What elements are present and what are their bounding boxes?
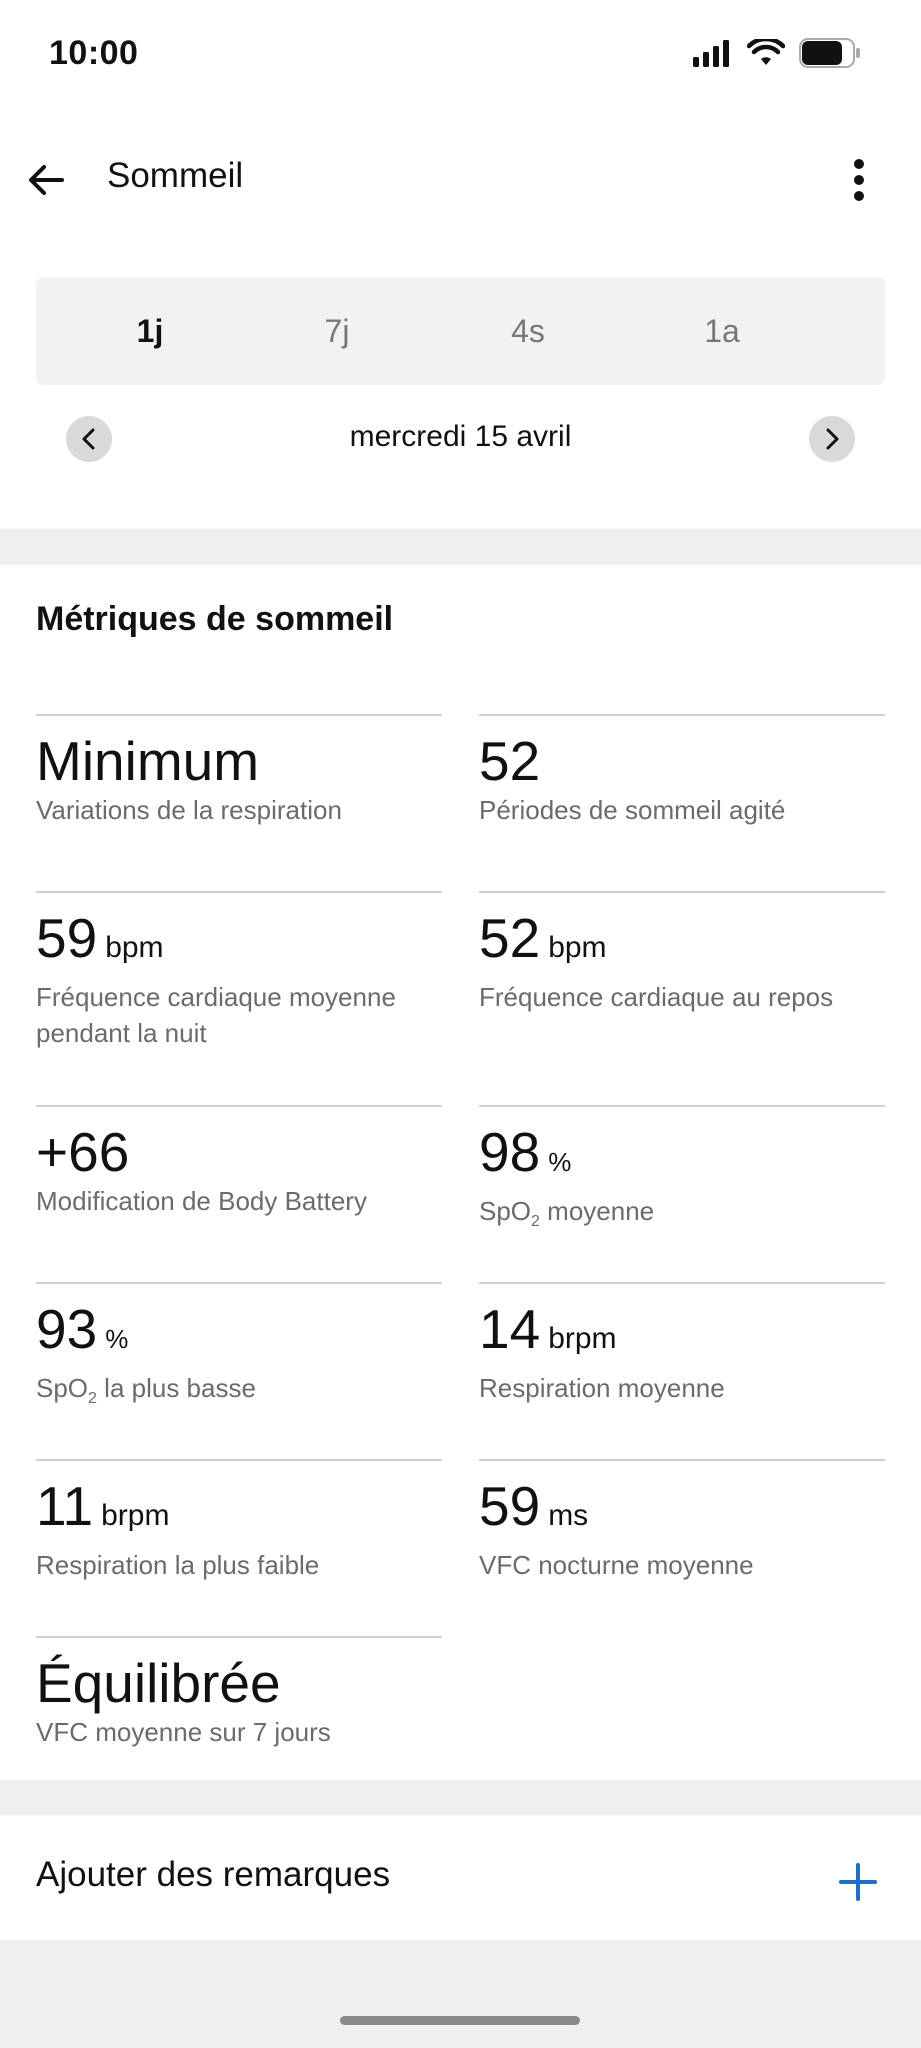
metric-lowest-respiration: 11 brpm Respiration la plus faible xyxy=(36,1459,442,1583)
metric-label: Fréquence cardiaque moyenne pendant la n… xyxy=(36,982,396,1048)
chevron-right-icon xyxy=(826,428,839,450)
tab-1-year[interactable]: 1a xyxy=(662,277,782,385)
metric-value: 93 xyxy=(36,1298,98,1360)
metric-avg-respiration: 14 brpm Respiration moyenne xyxy=(479,1282,885,1406)
metric-value: 52 xyxy=(479,730,541,792)
home-indicator[interactable] xyxy=(340,2016,580,2025)
metric-label: VFC nocturne moyenne xyxy=(479,1550,754,1580)
metric-label: Variations de la respiration xyxy=(36,795,342,825)
metric-label: Respiration la plus faible xyxy=(36,1550,320,1580)
section-title: Métriques de sommeil xyxy=(36,600,394,638)
next-date-button[interactable] xyxy=(809,416,855,462)
metric-label: VFC moyenne sur 7 jours xyxy=(36,1717,331,1747)
page-title: Sommeil xyxy=(107,156,244,195)
back-arrow-icon[interactable] xyxy=(22,156,70,204)
plus-icon[interactable] xyxy=(838,1862,878,1902)
metric-avg-spo2: 98% SpO2 moyenne xyxy=(479,1105,885,1240)
tab-1-day[interactable]: 1j xyxy=(90,277,210,385)
metric-overnight-hrv: 59 ms VFC nocturne moyenne xyxy=(479,1459,885,1583)
metric-value: 59 xyxy=(479,1475,541,1537)
metric-value: 14 xyxy=(479,1298,541,1360)
metric-label: SpO2 la plus basse xyxy=(36,1373,256,1408)
more-options-icon[interactable] xyxy=(849,156,869,204)
metric-unit: brpm xyxy=(548,1322,617,1355)
metric-restless-moments: 52 Périodes de sommeil agité xyxy=(479,714,885,828)
status-icons xyxy=(693,38,861,68)
metric-value: 59 xyxy=(36,907,98,969)
metric-label: Fréquence cardiaque au repos xyxy=(479,982,834,1012)
current-date: mercredi 15 avril xyxy=(349,420,572,453)
add-notes-label[interactable]: Ajouter des remarques xyxy=(36,1855,390,1895)
tab-7-days[interactable]: 7j xyxy=(277,277,397,385)
metric-lowest-spo2: 93% SpO2 la plus basse xyxy=(36,1282,442,1417)
metric-label: SpO2 moyenne xyxy=(479,1196,655,1231)
metric-value: Équilibrée xyxy=(36,1652,281,1714)
metric-value: Minimum xyxy=(36,730,260,792)
metric-value: 11 xyxy=(36,1475,94,1537)
metric-label: Modification de Body Battery xyxy=(36,1186,367,1216)
metric-unit: bpm xyxy=(105,931,164,964)
metric-unit: brpm xyxy=(101,1499,170,1532)
metric-breathing-variations: Minimum Variations de la respiration xyxy=(36,714,442,828)
metric-value: +66 xyxy=(36,1121,130,1183)
bottom-bar xyxy=(0,1940,921,2048)
metric-label: Respiration moyenne xyxy=(479,1373,725,1403)
metric-unit: ms xyxy=(548,1499,589,1532)
section-divider xyxy=(0,529,921,565)
metric-unit: % xyxy=(105,1324,129,1354)
tab-4-weeks[interactable]: 4s xyxy=(468,277,588,385)
metric-7-day-hrv: Équilibrée VFC moyenne sur 7 jours xyxy=(36,1636,442,1750)
status-time: 10:00 xyxy=(49,34,139,72)
battery-icon xyxy=(799,38,860,68)
metric-resting-heart-rate: 52 bpm Fréquence cardiaque au repos xyxy=(479,891,885,1015)
metric-label: Périodes de sommeil agité xyxy=(479,795,786,825)
section-divider xyxy=(0,1780,921,1815)
metric-unit: bpm xyxy=(548,931,607,964)
metric-avg-heart-rate: 59 bpm Fréquence cardiaque moyenne pendan… xyxy=(36,891,442,1051)
metric-body-battery: +66 Modification de Body Battery xyxy=(36,1105,442,1219)
wifi-icon xyxy=(747,39,785,65)
metric-value: 52 xyxy=(479,907,541,969)
metric-value: 98 xyxy=(479,1121,541,1183)
cellular-signal-icon xyxy=(693,40,729,67)
period-selector: 1j 7j 4s 1a xyxy=(36,277,885,385)
metric-unit: % xyxy=(548,1147,572,1177)
